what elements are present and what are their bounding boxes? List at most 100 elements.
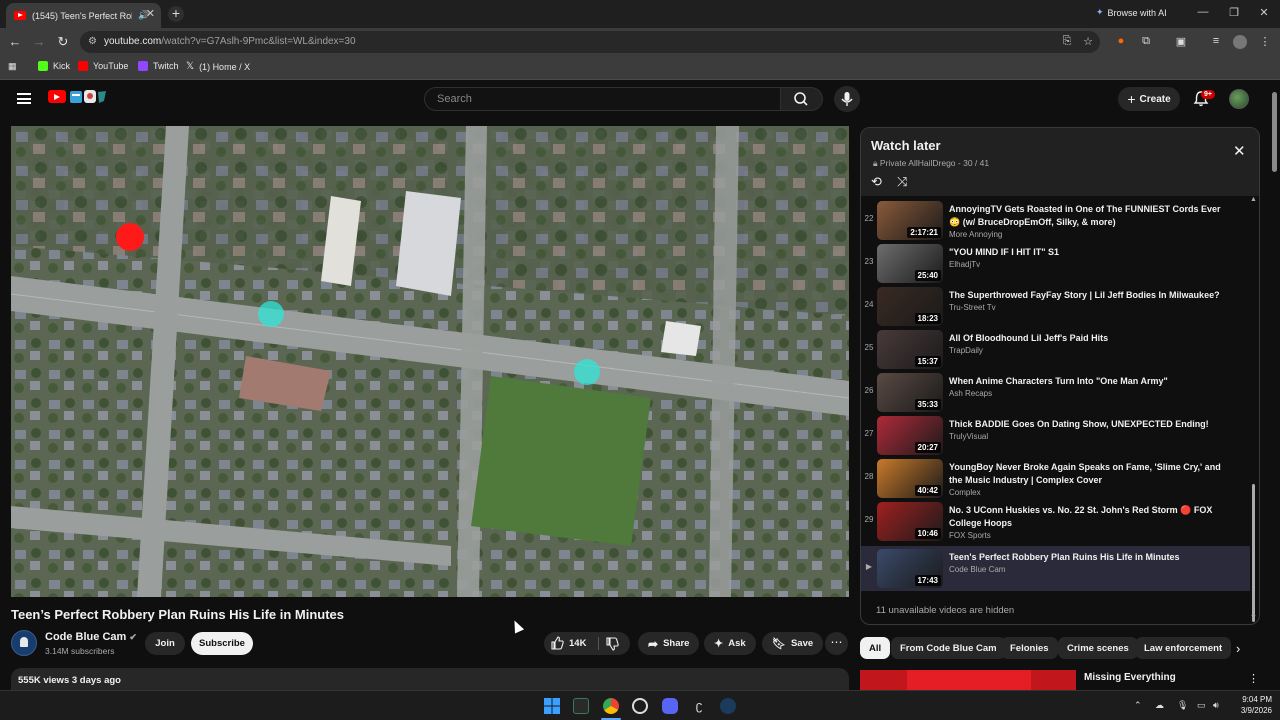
playlist-item[interactable]: 28 40:42 YoungBoy Never Broke Again Speaks…: [861, 456, 1250, 501]
youtube-logo-icon[interactable]: [48, 90, 66, 103]
playlist-item[interactable]: 23 25:40 "YOU MIND IF I HIT IT" S1 ElhadjTv: [861, 241, 1250, 286]
browse-with-ai-button[interactable]: ✦ Browse with AI: [1096, 7, 1167, 18]
site-info-icon[interactable]: ⚙: [88, 36, 97, 47]
bookmark-kick[interactable]: Kick: [38, 61, 70, 71]
playlist-item-thumbnail[interactable]: 2:17:21: [877, 201, 943, 240]
close-icon[interactable]: ✕: [1233, 142, 1246, 160]
system-clock[interactable]: 9:04 PM 3/9/2026: [1232, 694, 1272, 716]
like-thumb-icon[interactable]: [550, 636, 564, 650]
video-player[interactable]: [11, 126, 849, 597]
ask-button[interactable]: ✦ Ask: [704, 632, 756, 655]
recommended-more-icon[interactable]: ⋮: [1248, 672, 1259, 685]
channel-name[interactable]: Code Blue Cam ✔: [45, 631, 137, 643]
back-icon[interactable]: ←: [7, 34, 23, 49]
close-window-icon[interactable]: ✕: [1257, 6, 1271, 19]
bookmark-twitch[interactable]: Twitch: [138, 61, 179, 71]
playlist-item-thumbnail[interactable]: 10:46: [877, 502, 943, 541]
extension-icon[interactable]: ●: [1114, 35, 1128, 47]
search-input[interactable]: Search: [424, 87, 781, 111]
video-title: Teen’s Perfect Robbery Plan Ruins His Li…: [11, 607, 345, 622]
cast-icon[interactable]: ▣: [1174, 35, 1188, 48]
recommended-video-title[interactable]: Missing Everything: [1084, 672, 1176, 683]
reload-icon[interactable]: ↻: [55, 34, 71, 50]
bookmark-label: Twitch: [153, 61, 179, 71]
recommended-video-thumbnail[interactable]: [860, 670, 1076, 690]
hamburger-menu-icon[interactable]: [17, 93, 31, 104]
playlist-item-thumbnail[interactable]: 17:43: [877, 549, 943, 588]
channel-avatar[interactable]: [11, 630, 37, 656]
playlist-item-thumbnail[interactable]: 20:27: [877, 416, 943, 455]
chatgpt-icon[interactable]: [632, 698, 648, 714]
playlist-item[interactable]: 24 18:23 The Superthrowed FayFay Story | L…: [861, 284, 1250, 329]
tab-close-icon[interactable]: ✕: [146, 7, 155, 20]
browser-tab-active[interactable]: (1545) Teen's Perfect Robbe 🔊 ✕: [6, 3, 161, 28]
playlist-item[interactable]: 27 20:27 Thick BADDIE Goes On Dating Show,…: [861, 413, 1250, 458]
x-logo-icon: 𝕏: [186, 61, 195, 72]
chrome-icon[interactable]: [603, 698, 619, 714]
install-app-icon[interactable]: ⎘: [1060, 35, 1074, 48]
dislike-thumb-icon[interactable]: [605, 637, 619, 651]
subscribe-button[interactable]: Subscribe: [191, 632, 253, 655]
playlist-scrollbar[interactable]: [1252, 484, 1255, 622]
app-icon[interactable]: ʗ: [691, 698, 707, 714]
playlist-owner[interactable]: AllHailDrego: [908, 158, 955, 168]
scroll-down-icon[interactable]: ▼: [1250, 614, 1257, 621]
shuffle-icon[interactable]: ⤨: [897, 174, 907, 190]
playlist-item-title: YoungBoy Never Broke Again Speaks on Fam…: [949, 462, 1221, 485]
filter-chip[interactable]: All: [860, 637, 891, 659]
xbox-icon[interactable]: [573, 698, 589, 714]
duration-badge: 35:33: [914, 399, 941, 410]
playlist-item[interactable]: ▶ 17:43 Teen's Perfect Robbery Plan Ruins …: [861, 546, 1250, 591]
volume-icon[interactable]: 🔊︎: [1213, 700, 1219, 711]
filter-chip[interactable]: From Code Blue Cam: [891, 637, 1006, 659]
create-button[interactable]: + Create: [1118, 87, 1180, 111]
channel-name-text: Code Blue Cam: [45, 631, 127, 643]
filter-chip[interactable]: Crime scenes: [1058, 637, 1138, 659]
playlist-item-thumbnail[interactable]: 35:33: [877, 373, 943, 412]
playlist-title[interactable]: Watch later: [871, 138, 941, 153]
chevron-right-icon[interactable]: ›: [1236, 641, 1240, 656]
account-avatar[interactable]: [1229, 89, 1249, 109]
playlist-item[interactable]: 26 35:33 When Anime Characters Turn Into "…: [861, 370, 1250, 415]
playlist-item-thumbnail[interactable]: 25:40: [877, 244, 943, 283]
bookmark-x[interactable]: 𝕏 (1) Home / X: [186, 61, 250, 72]
more-actions-icon[interactable]: ⋯: [825, 632, 848, 655]
profile-avatar-icon[interactable]: [1233, 35, 1247, 49]
search-button[interactable]: [781, 87, 823, 111]
media-control-icon[interactable]: ≡: [1209, 35, 1223, 47]
restore-icon[interactable]: ❐: [1227, 6, 1241, 19]
playlist-item-thumbnail[interactable]: 18:23: [877, 287, 943, 326]
address-bar[interactable]: ⚙ youtube.com/watch?v=G7Aslh-9Pmc&list=W…: [80, 31, 1100, 53]
playlist-item[interactable]: 29 10:46 No. 3 UConn Huskies vs. No. 22 St…: [861, 499, 1250, 544]
join-button[interactable]: Join: [145, 632, 185, 655]
kick-icon: [38, 61, 48, 71]
tray-overflow-icon[interactable]: ⌃: [1134, 700, 1142, 711]
save-button[interactable]: 🔖︎ Save: [762, 632, 824, 655]
bookmark-youtube[interactable]: YouTube: [78, 61, 128, 71]
playlist-item[interactable]: 25 15:37 All Of Bloodhound Lil Jeff's Paid…: [861, 327, 1250, 372]
tray-app-icon[interactable]: ☁: [1155, 700, 1164, 711]
youtube-doodle-logo[interactable]: [68, 89, 108, 105]
filter-chip[interactable]: Felonies: [1001, 637, 1058, 659]
playlist-item[interactable]: 22 2:17:21 AnnoyingTV Gets Roasted in One …: [861, 198, 1250, 243]
bookmark-star-icon[interactable]: ☆: [1081, 35, 1095, 48]
menu-kebab-icon[interactable]: ⋮: [1258, 35, 1272, 48]
loop-icon[interactable]: ⟲: [871, 174, 882, 190]
windows-start-icon[interactable]: [544, 698, 560, 714]
discord-icon[interactable]: [662, 698, 678, 714]
new-tab-button[interactable]: +: [168, 6, 184, 22]
minimize-icon[interactable]: —: [1196, 6, 1210, 18]
filter-chip[interactable]: Law enforcement: [1135, 637, 1232, 659]
extensions-puzzle-icon[interactable]: ⧉: [1139, 35, 1153, 48]
forward-icon[interactable]: →: [31, 34, 47, 49]
scroll-up-icon[interactable]: ▲: [1250, 196, 1257, 203]
playlist-item-thumbnail[interactable]: 15:37: [877, 330, 943, 369]
microphone-tray-icon[interactable]: 🎙︎: [1177, 700, 1188, 711]
voice-search-button[interactable]: [834, 86, 860, 112]
share-button[interactable]: ➦ Share: [638, 632, 700, 655]
page-scrollbar[interactable]: [1272, 92, 1277, 172]
network-icon[interactable]: ▭: [1197, 700, 1206, 711]
apps-grid-icon[interactable]: ▦: [8, 61, 17, 72]
playlist-item-thumbnail[interactable]: 40:42: [877, 459, 943, 498]
steam-icon[interactable]: [720, 698, 736, 714]
